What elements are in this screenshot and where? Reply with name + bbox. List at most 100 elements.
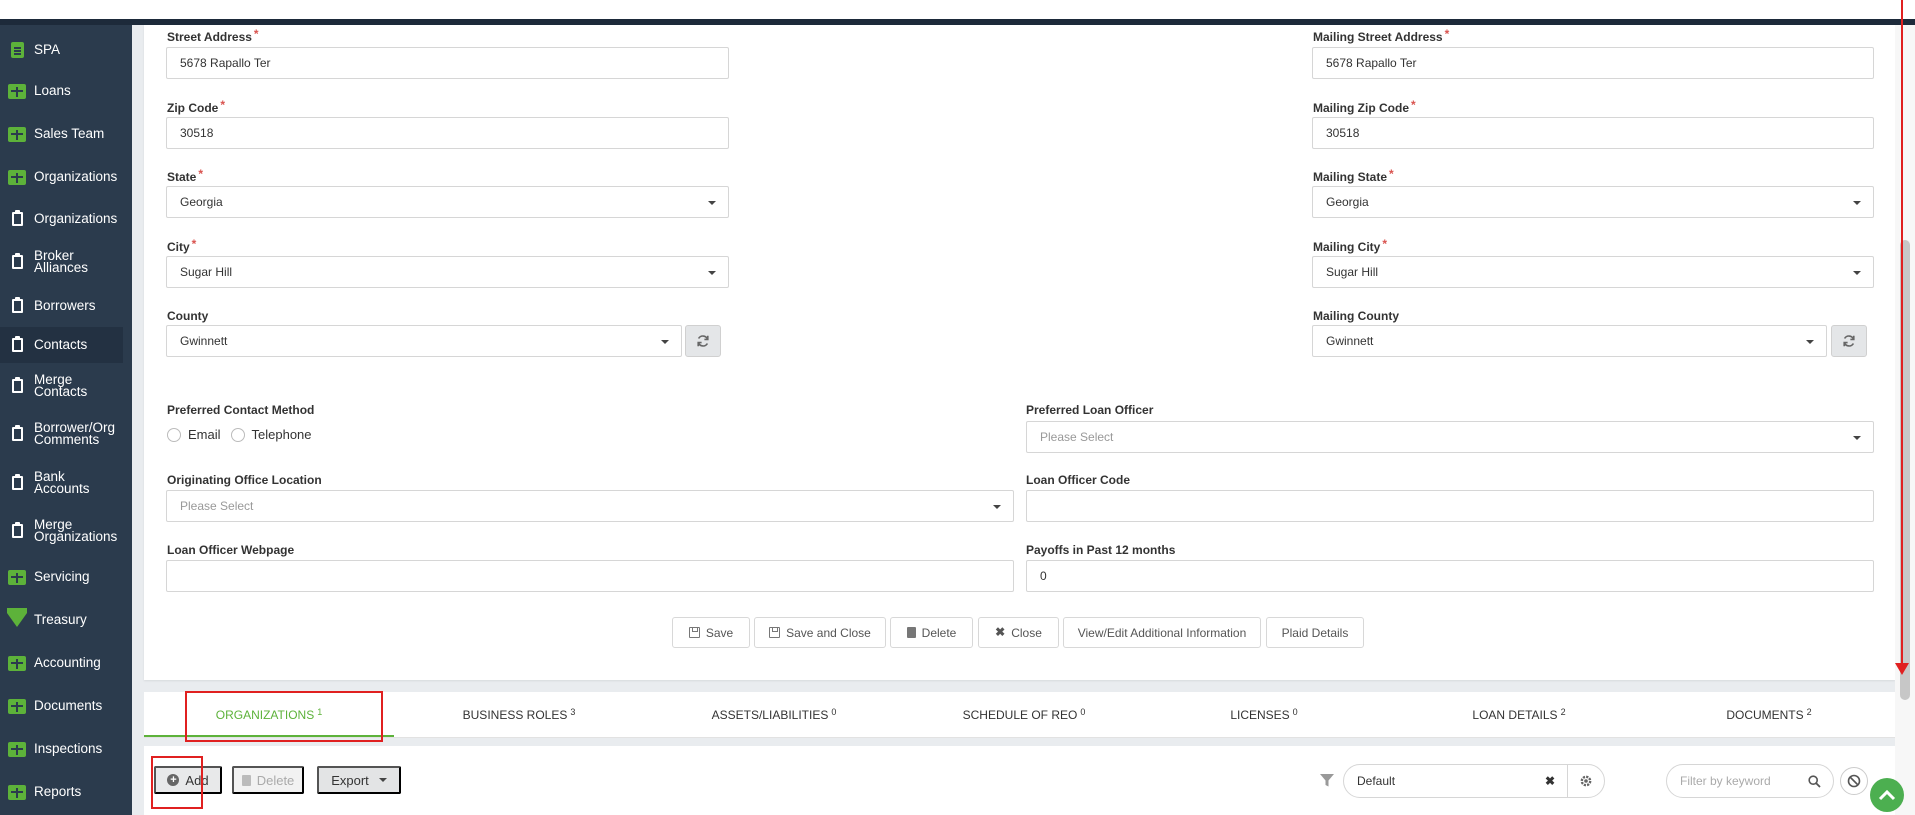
required-marker: * <box>1444 27 1450 41</box>
mailing-zip-code-input[interactable]: 30518 <box>1312 117 1874 149</box>
sidebar-item-merge-organizations[interactable]: Merge Organizations <box>0 516 123 546</box>
clipboard-icon <box>0 297 34 313</box>
grid-icon <box>0 83 34 99</box>
plaid-details-button[interactable]: Plaid Details <box>1266 617 1364 648</box>
telephone-radio[interactable] <box>230 427 245 442</box>
mailing-state-select[interactable]: Georgia <box>1312 186 1874 218</box>
refresh-icon <box>697 335 709 347</box>
tab-documents[interactable]: DOCUMENTS 2 <box>1664 692 1874 738</box>
sidebar-item-spa[interactable]: SPA <box>0 38 123 62</box>
search-icon[interactable] <box>1808 775 1821 788</box>
tab-count: 2 <box>1806 707 1812 717</box>
mailing-county-refresh-button[interactable] <box>1831 325 1867 357</box>
sidebar-item-contacts[interactable]: Contacts <box>0 327 123 363</box>
sidebar-item-borrower-org-comments[interactable]: Borrower/Org Comments <box>0 419 123 449</box>
clipboard-icon <box>0 522 34 538</box>
loan-officer-code-input[interactable] <box>1026 490 1874 522</box>
tab-count: 1 <box>317 707 323 717</box>
sidebar-item-documents[interactable]: Documents <box>0 694 123 718</box>
county-refresh-button[interactable] <box>685 325 721 357</box>
tab-loan-details[interactable]: LOAN DETAILS 2 <box>1414 692 1624 738</box>
tab-organizations[interactable]: ORGANIZATIONS 1 <box>174 692 364 738</box>
zip-code-input[interactable]: 30518 <box>166 117 729 149</box>
loan-officer-webpage-input[interactable] <box>166 560 1014 592</box>
email-radio-label: Email <box>188 427 221 442</box>
sidebar-item-label: Sales Team <box>34 126 105 141</box>
save-icon <box>769 627 781 638</box>
mailing-street-address-input[interactable]: 5678 Rapallo Ter <box>1312 47 1874 79</box>
toolbar-delete-button[interactable]: Delete <box>232 766 304 794</box>
close-button[interactable]: ✖ Close <box>978 617 1059 648</box>
state-select[interactable]: Georgia <box>166 186 729 218</box>
export-dropdown-button[interactable]: Export <box>317 766 401 794</box>
county-label: County <box>167 309 209 323</box>
mailing-county-label: Mailing County <box>1313 309 1399 323</box>
add-button[interactable]: + Add <box>154 766 222 794</box>
email-radio[interactable] <box>167 427 181 442</box>
view-select[interactable]: Default ✖ <box>1343 764 1568 798</box>
originating-office-location-select[interactable]: Please Select <box>166 490 1014 522</box>
clipboard-icon <box>0 425 34 441</box>
scroll-to-top-button[interactable] <box>1870 778 1904 812</box>
tab-label: LOAN DETAILS <box>1472 708 1558 722</box>
sidebar-item-label: Accounting <box>34 655 101 670</box>
sidebar-item-accounting[interactable]: Accounting <box>0 651 123 675</box>
sidebar-item-loans[interactable]: Loans <box>0 79 123 103</box>
tab-schedule-of-reo[interactable]: SCHEDULE OF REO 0 <box>914 692 1134 738</box>
required-marker: * <box>191 237 197 251</box>
grid-icon <box>0 655 34 671</box>
sidebar-item-label: Broker Alliances <box>34 248 89 275</box>
gem-icon <box>0 608 34 627</box>
annotation-arrow-line <box>1901 0 1903 663</box>
city-select[interactable]: Sugar Hill <box>166 256 729 288</box>
view-edit-additional-info-button[interactable]: View/Edit Additional Information <box>1063 617 1261 648</box>
ban-icon <box>1847 774 1861 788</box>
sidebar-item-treasury[interactable]: Treasury <box>0 608 123 632</box>
sidebar-item-reports[interactable]: Reports <box>0 780 123 804</box>
county-select[interactable]: Gwinnett <box>166 325 682 357</box>
top-bar <box>0 0 1915 25</box>
payoffs-past-12-label: Payoffs in Past 12 months <box>1026 543 1176 557</box>
view-edit-button-label: View/Edit Additional Information <box>1077 625 1247 640</box>
preferred-loan-officer-label: Preferred Loan Officer <box>1026 403 1154 417</box>
grid-icon <box>0 698 34 714</box>
clipboard-icon <box>0 377 34 393</box>
sidebar-item-label: Borrower/Org Comments <box>34 420 116 447</box>
clear-icon[interactable]: ✖ <box>1545 774 1555 788</box>
sidebar-item-merge-contacts[interactable]: Merge Contacts <box>0 371 123 401</box>
sidebar-item-servicing[interactable]: Servicing <box>0 565 123 589</box>
sidebar-item-inspections[interactable]: Inspections <box>0 737 123 761</box>
save-button[interactable]: Save <box>672 617 750 648</box>
delete-button[interactable]: Delete <box>890 617 973 648</box>
delete-button-label: Delete <box>921 625 957 640</box>
mailing-city-select[interactable]: Sugar Hill <box>1312 256 1874 288</box>
tab-count: 0 <box>831 707 837 717</box>
mailing-county-select[interactable]: Gwinnett <box>1312 325 1827 357</box>
keyword-filter-input[interactable]: Filter by keyword <box>1666 764 1834 798</box>
tab-licenses[interactable]: LICENSES 0 <box>1164 692 1364 738</box>
preferred-contact-method-radios: Email Telephone <box>167 427 322 442</box>
sidebar-item-label: Servicing <box>34 569 90 584</box>
grid-icon <box>0 126 34 142</box>
save-and-close-button[interactable]: Save and Close <box>754 617 886 648</box>
close-button-label: Close <box>1011 625 1042 640</box>
clear-filter-button[interactable] <box>1840 767 1868 795</box>
tab-label: DOCUMENTS <box>1726 708 1804 722</box>
tab-assets-liabilities[interactable]: ASSETS/LIABILITIES 0 <box>664 692 884 738</box>
sidebar-item-bank-accounts[interactable]: Bank Accounts <box>0 468 123 498</box>
street-address-input[interactable]: 5678 Rapallo Ter <box>166 47 729 79</box>
view-settings-button[interactable] <box>1567 764 1605 798</box>
filter-icon[interactable] <box>1319 773 1335 788</box>
preferred-loan-officer-select[interactable]: Please Select <box>1026 421 1874 453</box>
sidebar-item-sales-team[interactable]: Sales Team <box>0 122 123 146</box>
sidebar-item-label: Borrowers <box>34 298 96 313</box>
sidebar-item-broker-alliances[interactable]: Broker Alliances <box>0 247 123 277</box>
payoffs-past-12-input[interactable]: 0 <box>1026 560 1874 592</box>
state-label: State * <box>167 167 204 184</box>
plus-circle-icon: + <box>167 774 180 786</box>
tab-business-roles[interactable]: BUSINESS ROLES 3 <box>414 692 624 738</box>
sidebar-item-borrowers[interactable]: Borrowers <box>0 294 123 318</box>
document-icon <box>0 42 34 58</box>
sidebar-item-organizations-group[interactable]: Organizations <box>0 165 123 189</box>
sidebar-item-organizations[interactable]: Organizations <box>0 207 123 231</box>
